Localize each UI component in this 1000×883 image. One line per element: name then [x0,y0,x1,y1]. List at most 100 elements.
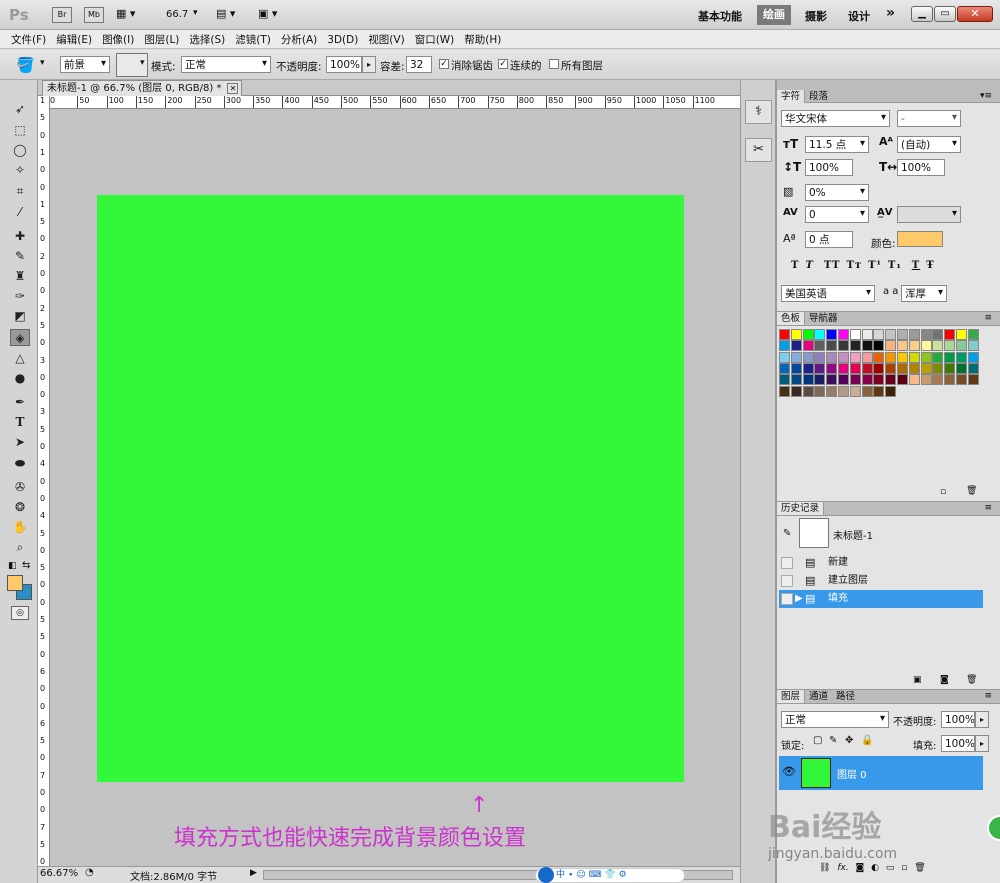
kerning-select[interactable]: 0 [805,206,869,223]
color-swatch[interactable] [849,329,861,340]
3d-orbit-tool-icon[interactable]: ❂ [10,499,30,516]
zoom-level[interactable]: 66.7 [166,9,188,20]
color-swatch[interactable] [920,351,932,363]
snapshot-brush-icon[interactable]: ✎ [783,528,791,539]
paint-bucket-preset-icon[interactable]: 🪣 [16,56,35,74]
color-swatch[interactable] [802,329,814,340]
all-layers-checkbox[interactable] [549,59,559,69]
zoom-tool-icon[interactable]: ⌕ [10,539,30,556]
language-select[interactable]: 美国英语 [781,285,875,302]
color-swatch[interactable] [814,374,826,386]
history-menu-icon[interactable]: ≡ [980,502,996,515]
layer-thumbnail[interactable] [801,758,831,788]
snapshot-name[interactable]: 未标题-1 [833,527,873,542]
color-swatch[interactable] [790,340,802,352]
color-swatch[interactable] [849,362,861,374]
menu-view[interactable]: 视图(V) [363,30,409,49]
color-swatch[interactable] [885,340,897,352]
lock-all-icon[interactable]: 🔒 [861,735,873,746]
marquee-tool-icon[interactable]: ⬚ [10,122,30,139]
color-swatch[interactable] [826,385,838,397]
color-swatch[interactable] [814,362,826,374]
strikethrough-button[interactable]: Ŧ [926,260,934,271]
lock-position-icon[interactable]: ✥ [845,735,853,746]
crop-tool-icon[interactable]: ⌗ [10,183,30,200]
new-group-icon[interactable]: ▭ [886,863,895,873]
type-tool-icon[interactable]: T [10,414,30,431]
color-swatch[interactable] [873,374,885,386]
menu-help[interactable]: 帮助(H) [459,30,506,49]
hand-tool-icon[interactable]: ✋ [10,519,30,536]
zoom-dropdown-icon[interactable]: ▾ [193,8,198,18]
workspace-photography[interactable]: 摄影 [805,8,827,24]
clone-stamp-tool-icon[interactable]: ♜ [10,268,30,285]
spot-healing-tool-icon[interactable]: ✚ [10,228,30,245]
layer-row-selected[interactable]: 👁 图层 0 [779,756,983,790]
menu-filter[interactable]: 滤镜(T) [230,30,276,49]
color-swatch[interactable] [779,340,790,352]
contiguous-checkbox[interactable]: ✓ [498,59,508,69]
close-button[interactable]: ✕ [957,6,993,22]
color-swatch[interactable] [802,385,814,397]
opacity-slider-toggle[interactable]: ▸ [362,56,376,73]
color-swatch[interactable] [932,362,944,374]
fill-source-select[interactable]: 前景 [60,56,110,73]
dodge-tool-icon[interactable]: ● [10,370,30,387]
clone-source-icon[interactable]: ✂ [745,138,772,162]
minimize-button[interactable]: ▁ [911,6,933,22]
baseline-shift-input[interactable]: 0 点 [805,231,853,248]
color-swatch[interactable] [967,374,979,386]
color-swatch[interactable] [885,362,897,374]
input-method-icon[interactable] [538,867,554,883]
color-swatch[interactable] [897,351,908,363]
color-swatch[interactable] [873,385,885,397]
superscript-button[interactable]: T¹ [868,260,882,271]
color-swatch[interactable] [932,340,944,352]
view-extras-icon[interactable]: ▦ ▾ [116,7,135,20]
panel-menu-icon[interactable]: ▾≡ [976,90,996,103]
color-swatch[interactable] [779,385,790,397]
color-swatch[interactable] [897,374,908,386]
horizontal-scale-input[interactable]: 100% [897,159,945,176]
tool-preset-dropdown-icon[interactable]: ▾ [40,58,45,68]
color-swatch[interactable] [967,329,979,340]
maximize-button[interactable]: ▭ [934,6,956,22]
color-swatch[interactable] [838,385,849,397]
color-swatch[interactable] [956,340,967,352]
color-swatch[interactable] [885,385,897,397]
color-swatch[interactable] [932,374,944,386]
font-style-select[interactable]: - [897,110,961,127]
antialias-method-select[interactable]: 浑厚 [901,285,947,302]
underline-button[interactable]: T [912,260,920,271]
document-tab[interactable]: 未标题-1 @ 66.7% (图层 0, RGB/8) * ✕ [42,80,243,96]
color-swatch[interactable] [826,362,838,374]
color-swatch[interactable] [885,374,897,386]
delete-state-icon[interactable]: 🗑 [966,675,977,685]
color-swatch[interactable] [814,329,826,340]
history-brush-tool-icon[interactable]: ✑ [10,288,30,305]
menu-file[interactable]: 文件(F) [6,30,51,49]
subscript-button[interactable]: T₁ [888,260,902,271]
blend-mode-select[interactable]: 正常 [781,711,889,728]
color-swatch[interactable] [932,329,944,340]
tab-paragraph[interactable]: 段落 [805,90,832,103]
color-swatch[interactable] [826,340,838,352]
bridge-button[interactable]: Br [52,7,72,23]
antialias-checkbox[interactable]: ✓ [439,59,449,69]
workspace-design[interactable]: 设计 [848,8,870,24]
tolerance-input[interactable]: 32 [406,56,432,73]
default-colors-icon[interactable]: ◧ [8,561,17,571]
color-swatch[interactable] [790,385,802,397]
foreground-color-swatch[interactable] [7,575,23,591]
color-swatch[interactable] [790,362,802,374]
document-canvas[interactable] [97,195,684,782]
color-swatch[interactable] [944,362,956,374]
color-swatch[interactable] [861,351,873,363]
color-swatch[interactable] [908,374,920,386]
color-swatch[interactable] [838,362,849,374]
swap-colors-icon[interactable]: ⇆ [22,560,30,571]
text-color-swatch[interactable] [897,231,943,247]
color-swatch[interactable] [885,329,897,340]
color-swatch[interactable] [838,351,849,363]
more-workspaces-icon[interactable]: » [886,5,895,21]
